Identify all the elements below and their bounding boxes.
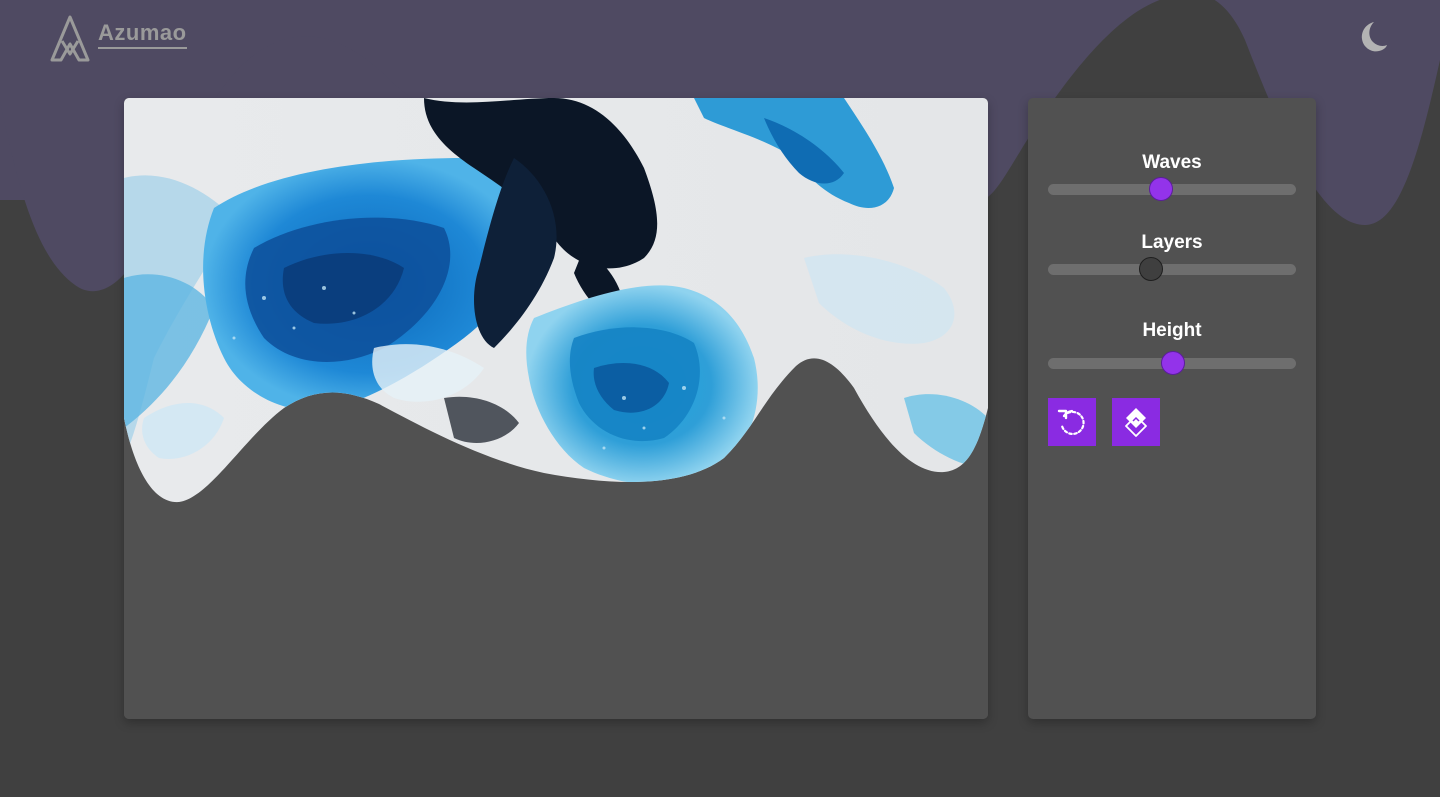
layers-toggle-button[interactable] xyxy=(1112,398,1160,446)
layers-label: Layers xyxy=(1141,232,1203,253)
brand-name: Azumao xyxy=(98,21,187,49)
refresh-icon xyxy=(1057,409,1085,435)
layers-slider[interactable] xyxy=(1048,256,1296,282)
waves-slider-thumb[interactable] xyxy=(1148,177,1173,201)
height-slider-thumb[interactable] xyxy=(1161,351,1185,375)
preview-canvas xyxy=(124,98,988,719)
moon-icon xyxy=(1361,22,1387,52)
height-label: Height xyxy=(1142,320,1202,341)
wave-preview-panel xyxy=(124,98,988,719)
layers-slider-thumb[interactable] xyxy=(1138,257,1163,281)
waves-control: Waves xyxy=(1048,152,1296,202)
layers-slider-track[interactable] xyxy=(1048,264,1296,275)
layers-control: Layers xyxy=(1048,232,1296,282)
height-control: Height xyxy=(1048,320,1296,376)
logo-mark-icon xyxy=(50,15,90,62)
brand-logo[interactable]: Azumao xyxy=(48,14,187,64)
regenerate-button[interactable] xyxy=(1048,398,1096,446)
layers-icon xyxy=(1125,408,1147,437)
wave-controls-panel: Waves Layers Height xyxy=(1028,98,1316,719)
height-slider[interactable] xyxy=(1048,350,1296,376)
waves-label: Waves xyxy=(1142,152,1202,173)
theme-toggle-button[interactable] xyxy=(1350,16,1392,58)
waves-slider[interactable] xyxy=(1048,176,1296,202)
app-page: Azumao Waves Layers Height xyxy=(0,0,1440,797)
